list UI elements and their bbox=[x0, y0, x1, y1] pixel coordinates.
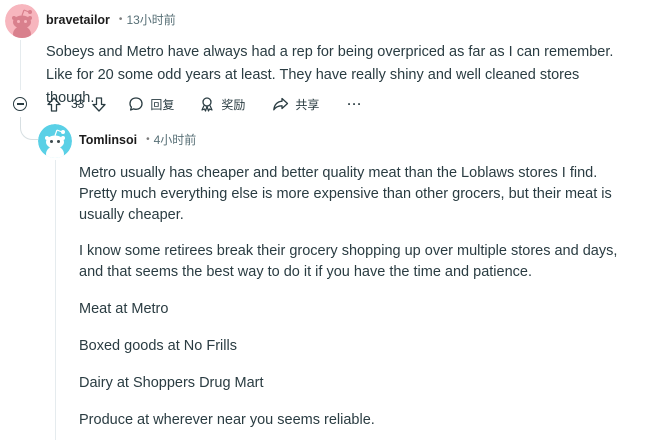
reply-paragraph: Produce at wherever near you seems relia… bbox=[79, 412, 375, 428]
reply-paragraph: I know some retirees break their grocery… bbox=[79, 243, 618, 280]
comment-meta: bravetailor • 13小时前 bbox=[46, 11, 176, 28]
award-label: 奖励 bbox=[221, 97, 246, 112]
reply-username[interactable]: Tomlinsoi bbox=[79, 133, 137, 147]
snoo-avatar-icon bbox=[5, 4, 39, 38]
share-label: 共享 bbox=[295, 97, 320, 112]
reply-body: Metro usually has cheaper and better qua… bbox=[79, 163, 639, 431]
avatar-bravetailor[interactable] bbox=[5, 4, 39, 38]
award-button[interactable]: 奖励 bbox=[199, 96, 245, 113]
collapse-button[interactable] bbox=[13, 97, 27, 111]
comment-thread-line[interactable] bbox=[20, 40, 21, 90]
reply-paragraph: Meat at Metro bbox=[79, 301, 169, 317]
reply-paragraph: Boxed goods at No Frills bbox=[79, 338, 237, 354]
snoo-avatar-icon bbox=[38, 124, 72, 158]
comment-username[interactable]: bravetailor bbox=[46, 13, 110, 27]
downvote-arrow-icon bbox=[92, 96, 107, 112]
thread-branch bbox=[20, 122, 38, 140]
reply-button[interactable]: 回复 bbox=[128, 96, 174, 113]
more-options-button[interactable]: ··· bbox=[347, 97, 362, 111]
reply-label: 回复 bbox=[150, 97, 175, 112]
reply-meta: Tomlinsoi • 4小时前 bbox=[79, 131, 196, 148]
collapse-icon bbox=[13, 97, 27, 111]
more-options-icon: ··· bbox=[347, 97, 363, 111]
reply-thread-line[interactable] bbox=[55, 160, 56, 440]
separator-dot: • bbox=[118, 14, 123, 25]
upvote-arrow-icon bbox=[47, 96, 61, 112]
reply-paragraph: Metro usually has cheaper and better qua… bbox=[79, 165, 612, 223]
reply-paragraph: Dairy at Shoppers Drug Mart bbox=[79, 375, 264, 391]
share-arrow-icon bbox=[273, 97, 289, 111]
separator-dot: • bbox=[146, 134, 150, 145]
reply-timestamp[interactable]: 4小时前 bbox=[154, 131, 197, 148]
upvote-button[interactable] bbox=[47, 96, 61, 112]
award-icon bbox=[201, 97, 213, 112]
downvote-button[interactable] bbox=[92, 96, 107, 112]
chat-bubble-icon bbox=[129, 97, 144, 111]
share-button[interactable]: 共享 bbox=[272, 96, 319, 113]
comment-timestamp[interactable]: 13小时前 bbox=[126, 11, 175, 28]
vote-count: 33 bbox=[71, 97, 85, 111]
comment-action-bar: 33 回复 奖励 共享 ··· bbox=[13, 93, 362, 115]
avatar-tomlinsoi[interactable] bbox=[38, 124, 72, 158]
